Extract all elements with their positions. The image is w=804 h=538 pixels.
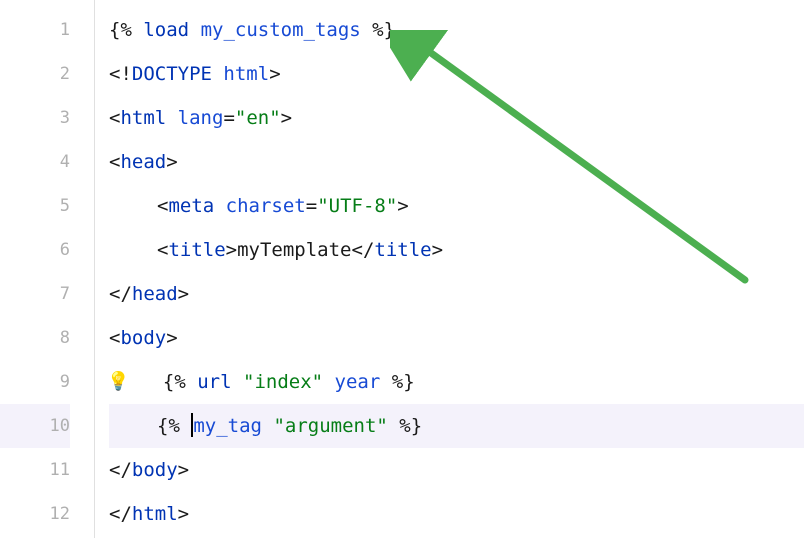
line-number[interactable]: 7 (0, 272, 70, 316)
code-editor: 1 2 3 4 5 6 7 8 9 10 11 12 {% load my_cu… (0, 0, 804, 538)
intention-bulb-icon[interactable]: 💡 (107, 360, 129, 404)
tag-head-close: head (132, 283, 178, 305)
code-line-7[interactable]: </head> (109, 272, 804, 316)
closing-tag-close: > (178, 459, 189, 481)
tag-title: title (168, 239, 225, 261)
tag-open: < (109, 151, 120, 173)
template-tag-close: %} (372, 19, 395, 41)
template-string: "argument" (273, 415, 387, 437)
template-tag-open: {% (157, 415, 180, 437)
code-line-9[interactable]: 💡 {% url "index" year %} (109, 360, 804, 404)
tag-close: > (226, 239, 237, 261)
template-tag-close: %} (399, 415, 422, 437)
template-string: "index" (243, 371, 323, 393)
line-number[interactable]: 1 (0, 8, 70, 52)
tag-html: html (120, 107, 166, 129)
line-number[interactable]: 10 (0, 404, 70, 448)
tag-close: > (281, 107, 292, 129)
doctype-keyword: DOCTYPE (132, 63, 212, 85)
tag-open: < (157, 239, 168, 261)
closing-tag-close: > (432, 239, 443, 261)
tag-open: < (109, 327, 120, 349)
line-number[interactable]: 11 (0, 448, 70, 492)
code-line-6[interactable]: <title>myTemplate</title> (109, 228, 804, 272)
tag-body: body (120, 327, 166, 349)
title-text: myTemplate (237, 239, 351, 261)
attr-charset: charset (226, 195, 306, 217)
attr-lang: lang (178, 107, 224, 129)
line-number[interactable]: 2 (0, 52, 70, 96)
line-number[interactable]: 12 (0, 492, 70, 536)
attr-value: "en" (235, 107, 281, 129)
tag-html-close: html (132, 503, 178, 525)
attr-value: "UTF-8" (317, 195, 397, 217)
code-line-10-current[interactable]: {% my_tag "argument" %} (109, 404, 804, 448)
code-line-8[interactable]: <body> (109, 316, 804, 360)
tag-body-close: body (132, 459, 178, 481)
code-line-4[interactable]: <head> (109, 140, 804, 184)
template-tag-close: %} (392, 371, 415, 393)
tag-open: < (157, 195, 168, 217)
closing-tag-open: </ (109, 459, 132, 481)
tag-close: > (397, 195, 408, 217)
code-line-11[interactable]: </body> (109, 448, 804, 492)
tag-title-close: title (374, 239, 431, 261)
tag-close: > (166, 151, 177, 173)
template-tag-open: {% (109, 19, 132, 41)
closing-tag-open: </ (352, 239, 375, 261)
closing-tag-close: > (178, 503, 189, 525)
tag-open: < (109, 107, 120, 129)
equals: = (306, 195, 317, 217)
equals: = (223, 107, 234, 129)
template-keyword-url: url (197, 371, 231, 393)
tag-head: head (120, 151, 166, 173)
template-keyword-load: load (143, 19, 189, 41)
line-number[interactable]: 5 (0, 184, 70, 228)
template-tag-name: my_custom_tags (201, 19, 361, 41)
template-tag-open: {% (163, 371, 186, 393)
code-line-12[interactable]: </html> (109, 492, 804, 536)
tag-close: > (166, 327, 177, 349)
line-number[interactable]: 4 (0, 140, 70, 184)
code-line-1[interactable]: {% load my_custom_tags %} (109, 8, 804, 52)
doctype-close: > (269, 63, 280, 85)
code-area[interactable]: {% load my_custom_tags %} <!DOCTYPE html… (95, 0, 804, 538)
doctype-open: <! (109, 63, 132, 85)
tag-meta: meta (168, 195, 214, 217)
closing-tag-open: </ (109, 503, 132, 525)
closing-tag-close: > (178, 283, 189, 305)
template-custom-tag: my_tag (193, 415, 262, 437)
code-line-2[interactable]: <!DOCTYPE html> (109, 52, 804, 96)
doctype-value: html (223, 63, 269, 85)
code-line-3[interactable]: <html lang="en"> (109, 96, 804, 140)
line-number[interactable]: 3 (0, 96, 70, 140)
gutter: 1 2 3 4 5 6 7 8 9 10 11 12 (0, 0, 95, 538)
line-number[interactable]: 6 (0, 228, 70, 272)
template-variable: year (335, 371, 381, 393)
code-line-5[interactable]: <meta charset="UTF-8"> (109, 184, 804, 228)
closing-tag-open: </ (109, 283, 132, 305)
line-number[interactable]: 9 (0, 360, 70, 404)
line-number[interactable]: 8 (0, 316, 70, 360)
